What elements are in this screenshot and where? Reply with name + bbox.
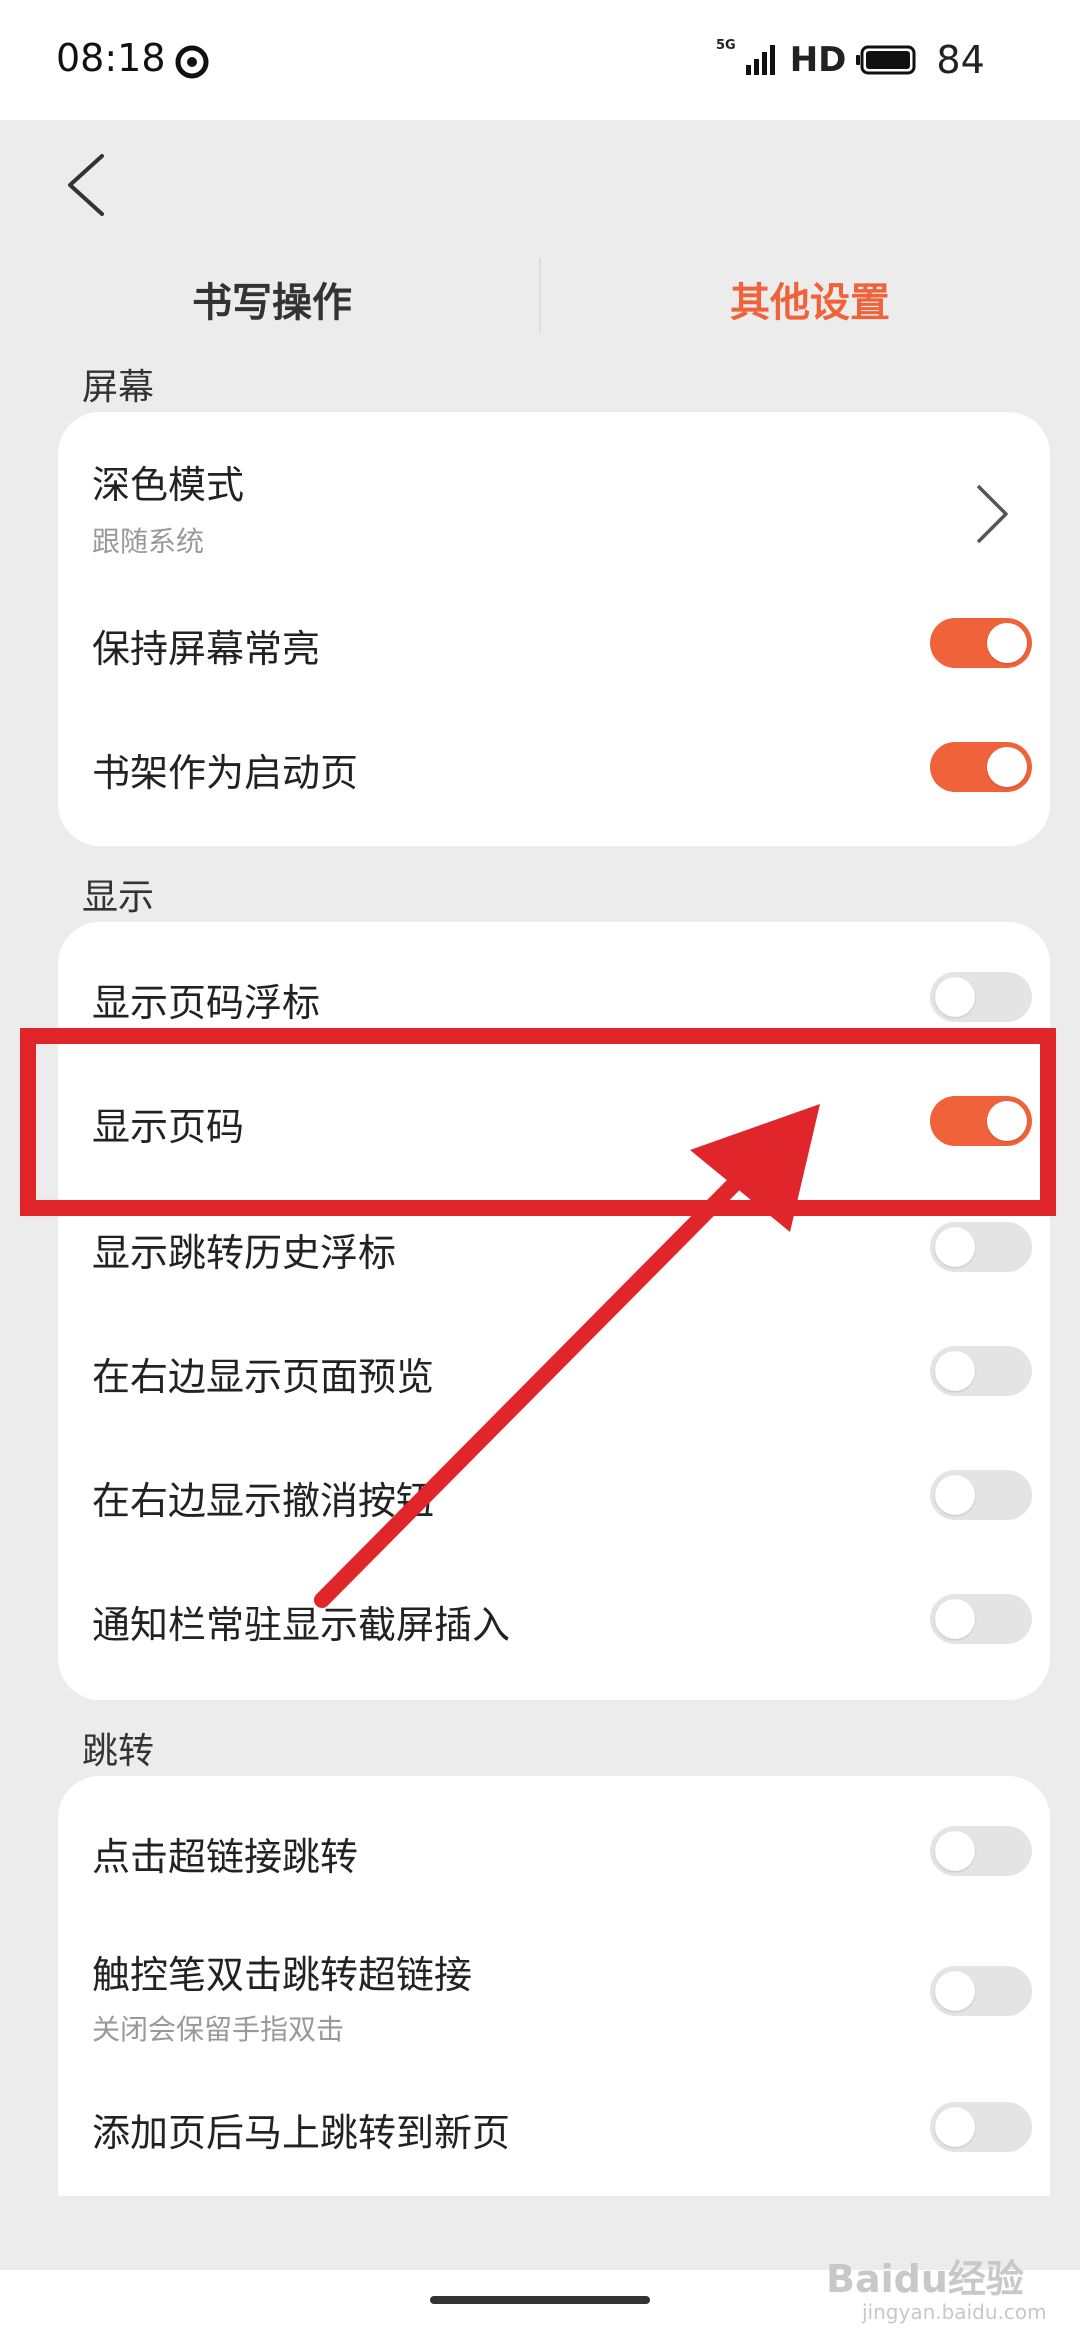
row-right-preview: 在右边显示页面预览 — [92, 1310, 1032, 1430]
right-undo-toggle[interactable] — [930, 1470, 1032, 1520]
jump-history-float-toggle[interactable] — [930, 1222, 1032, 1272]
signal-icon — [745, 45, 775, 75]
shelf-start-label: 书架作为启动页 — [92, 751, 359, 795]
page-number-label: 显示页码 — [92, 1105, 245, 1149]
row-shelf-start: 书架作为启动页 — [92, 706, 1032, 826]
page-float-toggle[interactable] — [930, 972, 1032, 1022]
battery-icon — [856, 45, 916, 75]
toggle-knob — [987, 623, 1027, 663]
row-add-page-jump: 添加页后马上跳转到新页 — [92, 2066, 1032, 2186]
toggle-knob — [935, 1971, 975, 2011]
toggle-knob — [935, 2107, 975, 2147]
stylus-double-label: 触控笔双击跳转超链接 — [92, 1953, 473, 1997]
watermark-logo: Baidu经验 — [826, 2257, 1024, 2301]
stylus-double-toggle[interactable] — [930, 1966, 1032, 2016]
row-right-undo: 在右边显示撤消按钮 — [92, 1434, 1032, 1554]
keep-awake-label: 保持屏幕常亮 — [92, 627, 321, 671]
toggle-knob — [935, 1599, 975, 1639]
screen-settings-card: 深色模式 跟随系统 保持屏幕常亮 书架作为启动页 — [58, 412, 1050, 846]
row-keep-awake: 保持屏幕常亮 — [92, 582, 1032, 702]
app-notification-icon — [175, 45, 209, 79]
notif-screenshot-label: 通知栏常驻显示截屏插入 — [92, 1603, 511, 1647]
toggle-knob — [935, 1831, 975, 1871]
home-indicator[interactable] — [430, 2296, 650, 2304]
tab-other-settings[interactable]: 其他设置 — [610, 270, 1010, 328]
notif-screenshot-toggle[interactable] — [930, 1594, 1032, 1644]
stylus-double-sub: 关闭会保留手指双击 — [92, 2013, 345, 2046]
row-stylus-double: 触控笔双击跳转超链接 关闭会保留手指双击 — [92, 1916, 1032, 2062]
status-time: 08:18 — [56, 36, 166, 80]
add-page-jump-label: 添加页后马上跳转到新页 — [92, 2111, 511, 2155]
settings-tabs: 书写操作 其他设置 — [0, 250, 1080, 340]
shelf-start-toggle[interactable] — [930, 742, 1032, 792]
status-indicators: 5G HD 84 — [716, 38, 985, 82]
row-jump-history-float: 显示跳转历史浮标 — [92, 1186, 1032, 1306]
dark-mode-label: 深色模式 — [92, 463, 245, 507]
hyperlink-click-toggle[interactable] — [930, 1826, 1032, 1876]
battery-level: 84 — [936, 38, 985, 82]
network-type: 5G — [716, 38, 736, 53]
section-header-jump: 跳转 — [82, 1731, 155, 1772]
jump-settings-card: 点击超链接跳转 触控笔双击跳转超链接 关闭会保留手指双击 添加页后马上跳转到新页 — [58, 1776, 1050, 2196]
dark-mode-value: 跟随系统 — [92, 525, 205, 558]
right-preview-toggle[interactable] — [930, 1346, 1032, 1396]
row-page-float: 显示页码浮标 — [92, 936, 1032, 1056]
row-notif-screenshot: 通知栏常驻显示截屏插入 — [92, 1558, 1032, 1678]
hyperlink-click-label: 点击超链接跳转 — [92, 1835, 359, 1879]
chevron-right-icon — [976, 484, 1008, 544]
add-page-jump-toggle[interactable] — [930, 2102, 1032, 2152]
back-arrow-icon[interactable] — [62, 150, 112, 220]
jump-history-float-label: 显示跳转历史浮标 — [92, 1231, 397, 1275]
row-dark-mode[interactable]: 深色模式 跟随系统 — [92, 428, 1032, 568]
section-header-display: 显示 — [82, 877, 155, 918]
display-settings-card: 显示页码浮标 显示页码 显示跳转历史浮标 在右边显示页面预览 在右边显示撤消按钮… — [58, 922, 1050, 1700]
tab-writing-operations[interactable]: 书写操作 — [72, 270, 472, 328]
row-page-number: 显示页码 — [92, 1060, 1032, 1180]
toggle-knob — [935, 977, 975, 1017]
status-bar: 08:18 5G HD 84 — [0, 0, 1080, 120]
toggle-knob — [935, 1351, 975, 1391]
row-hyperlink-click: 点击超链接跳转 — [92, 1790, 1032, 1910]
hd-indicator: HD — [789, 40, 847, 80]
page-float-label: 显示页码浮标 — [92, 981, 321, 1025]
toggle-knob — [987, 1101, 1027, 1141]
toggle-knob — [935, 1475, 975, 1515]
watermark-url: jingyan.baidu.com — [862, 2300, 1047, 2324]
right-undo-label: 在右边显示撤消按钮 — [92, 1479, 435, 1523]
right-preview-label: 在右边显示页面预览 — [92, 1355, 435, 1399]
page-number-toggle[interactable] — [930, 1096, 1032, 1146]
toggle-knob — [987, 747, 1027, 787]
keep-awake-toggle[interactable] — [930, 618, 1032, 668]
section-header-screen: 屏幕 — [82, 367, 155, 408]
tab-divider — [539, 258, 541, 332]
toggle-knob — [935, 1227, 975, 1267]
